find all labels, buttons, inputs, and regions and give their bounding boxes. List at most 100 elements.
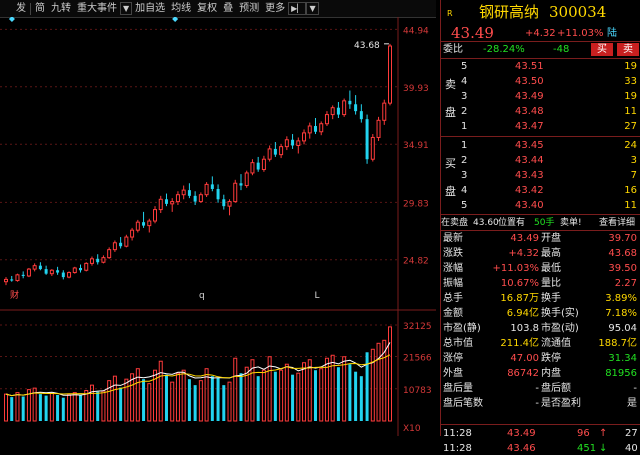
order-volume: 19	[624, 61, 637, 72]
sell-button[interactable]: 卖	[617, 43, 639, 56]
toolbar-ma-button[interactable]: 均线	[168, 0, 194, 17]
dropdown-icon[interactable]: ▼	[120, 2, 133, 15]
buy-button[interactable]: 买	[591, 43, 613, 56]
event-marker: q	[199, 291, 205, 301]
candle-body	[210, 184, 214, 189]
stat-label: 跌停	[541, 353, 561, 364]
level-label: 5	[461, 200, 468, 211]
tick-row: 11:28 43.49 96 ↑ 27	[441, 427, 640, 440]
candlestick-series	[4, 43, 392, 286]
toolbar-add-watchlist-button[interactable]: 加自选	[132, 0, 168, 17]
candle-body	[267, 148, 272, 160]
stat-label: 盘后笔数	[443, 398, 483, 409]
bid-row[interactable]: 4 43.42 16	[441, 184, 640, 197]
detail-link[interactable]: 查看详细	[599, 217, 635, 230]
volume-axis-label: 21566	[403, 354, 432, 364]
level-label: 1	[461, 121, 468, 132]
candle-body	[153, 209, 158, 222]
candle-body	[119, 242, 123, 247]
volume-bar	[142, 379, 146, 421]
order-price: 43.40	[515, 200, 544, 211]
volume-bar	[61, 397, 65, 421]
bid-row[interactable]: 3 43.43 7	[441, 169, 640, 182]
candle-body	[302, 132, 307, 142]
bid-row[interactable]: 1 43.45 24	[441, 139, 640, 152]
price-axis-label: 29.83	[403, 199, 429, 209]
stat-value: 16.87万	[500, 293, 539, 304]
stat-label: 换手(实)	[541, 308, 579, 319]
stat-value: 31.34	[608, 353, 637, 364]
volume-bar	[296, 372, 301, 422]
toolbar-jiuzhuan-button[interactable]: 九转	[48, 0, 74, 17]
divider	[441, 41, 640, 42]
order-price: 43.51	[515, 61, 544, 72]
stats-row: 盘后量 - 盘后额 -	[441, 382, 640, 395]
candle-body	[198, 194, 203, 203]
toolbar-more-button[interactable]: 更多	[262, 0, 288, 17]
tick-row: 11:28 43.46 451 ↓ 40	[441, 442, 640, 455]
toolbar-forecast-button[interactable]: 预测	[236, 0, 262, 17]
tick-volume: 96	[577, 428, 590, 439]
stat-value: 6.94亿	[506, 308, 539, 319]
ask-row[interactable]: 2 43.48 11	[441, 105, 640, 118]
bid-row[interactable]: 2 43.44 3	[441, 154, 640, 167]
level-label: 4	[461, 76, 468, 87]
price-axis-label: 44.94	[403, 26, 429, 36]
toolbar-major-events-button[interactable]: 重大事件	[74, 0, 120, 17]
candle-body	[216, 188, 220, 200]
ask-row[interactable]: 4 43.50 33	[441, 75, 640, 88]
stat-label: 是否盈利	[541, 398, 581, 409]
dropdown-icon[interactable]: ▼	[306, 2, 319, 15]
event-marker: 财	[10, 289, 19, 301]
candle-body	[336, 107, 340, 115]
stock-code: 300034	[549, 3, 607, 21]
volume-bar	[388, 326, 392, 422]
ask-row[interactable]: 5 43.51 19	[441, 60, 640, 73]
chart-toolbar: 发 简 九转 重大事件 ▼ 加自选 均线 复权 叠 预测 更多 ▶▏ ▼	[0, 0, 436, 18]
candle-body	[38, 265, 42, 270]
stat-label: 金额	[443, 308, 463, 319]
candle-body	[261, 158, 266, 171]
candle-body	[382, 102, 387, 121]
candle-body	[56, 270, 60, 273]
order-price: 43.43	[515, 170, 544, 181]
ask-row[interactable]: 3 43.49 19	[441, 90, 640, 103]
volume-bar	[216, 377, 220, 421]
candle-body	[15, 274, 20, 282]
stat-label: 外盘	[443, 368, 463, 379]
tick-count: 40	[625, 443, 638, 454]
volume-bar	[233, 357, 238, 422]
toolbar-overlay-button[interactable]: 叠	[220, 0, 236, 17]
volume-bar	[112, 375, 117, 422]
level-label: 3	[461, 170, 468, 181]
stats-row: 市盈(静) 103.8 市盈(动) 95.04	[441, 322, 640, 335]
stat-value: 3.89%	[605, 293, 637, 304]
volume-bar	[336, 367, 340, 421]
price-axis-label: 24.82	[403, 257, 429, 267]
toolbar-adjust-button[interactable]: 复权	[194, 0, 220, 17]
volume-axis-label: 10783	[403, 386, 432, 396]
order-volume: 11	[624, 106, 637, 117]
ask-row[interactable]: 1 43.47 27	[441, 120, 640, 133]
volume-bar	[342, 356, 347, 422]
bid-row[interactable]: 5 43.40 11	[441, 199, 640, 212]
toolbar-simple-button[interactable]: 简	[32, 0, 48, 17]
divider	[441, 230, 640, 231]
scroll-right-icon[interactable]: ▶▏	[288, 2, 307, 15]
toolbar-fa-button[interactable]: 发	[0, 0, 29, 17]
level-label: 1	[461, 140, 468, 151]
candle-body	[244, 172, 249, 187]
candle-body	[142, 222, 146, 226]
kline-chart[interactable]: 44.94 39.93 34.91 29.83 24.82 32125 21566 10783…	[0, 17, 436, 436]
order-notice[interactable]: 在卖盘 43.60 位置有 50手 卖单! 查看详细	[441, 217, 640, 230]
stat-value: 2.27	[614, 278, 637, 289]
candle-body	[342, 100, 347, 116]
candle-body	[359, 111, 363, 120]
stat-label: 内盘	[541, 368, 561, 379]
stat-value: +4.32	[508, 248, 539, 259]
connect-badge: 陆	[607, 28, 617, 39]
volume-bar	[222, 385, 226, 421]
candle-body	[44, 269, 48, 274]
candle-body	[84, 262, 89, 271]
order-price: 43.48	[515, 106, 544, 117]
